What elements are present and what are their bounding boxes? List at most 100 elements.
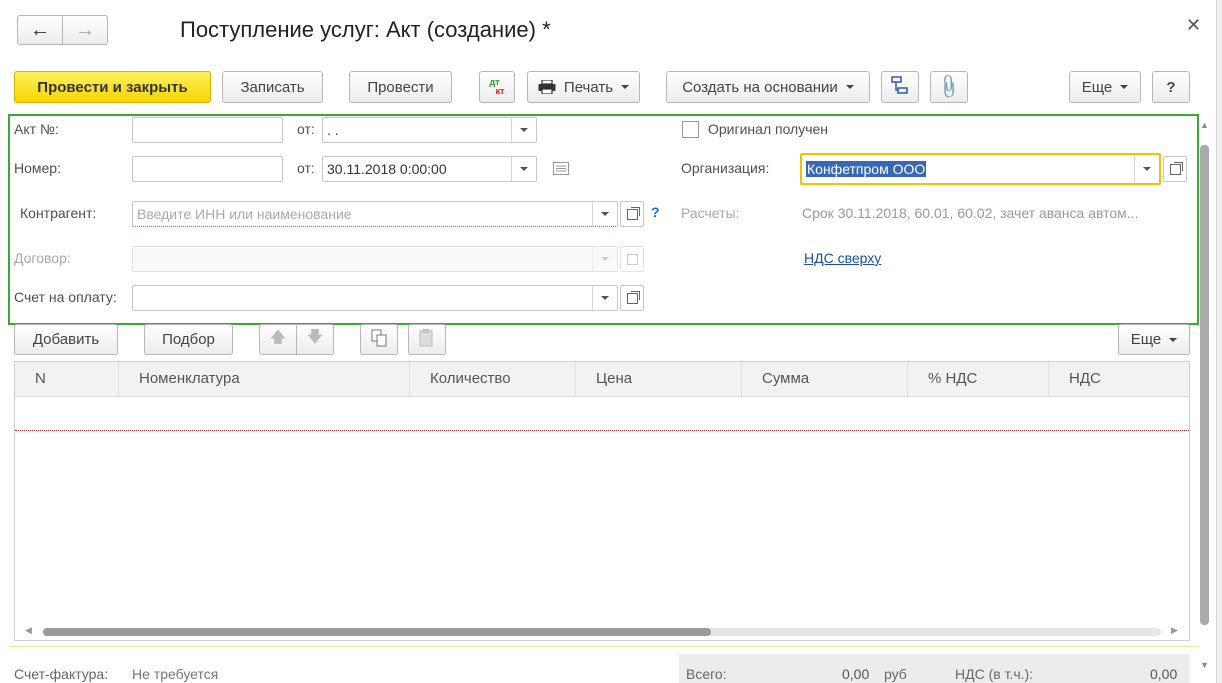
post-button[interactable]: Провести [349, 71, 452, 103]
number-date-label: от: [297, 160, 315, 176]
back-button[interactable]: ← [17, 15, 63, 45]
create-based-label: Создать на основании [682, 78, 838, 96]
contract-input [132, 246, 618, 272]
organization-input[interactable]: Конфетпром ООО [800, 153, 1161, 185]
chevron-down-icon [1169, 337, 1178, 342]
currency-label: руб [884, 666, 907, 682]
act-date-input[interactable]: . . [322, 117, 537, 143]
invoice-label: Счет-фактура: [14, 666, 109, 682]
vat-on-top-link[interactable]: НДС сверху [804, 250, 881, 266]
arrow-right-icon: → [75, 18, 95, 41]
contractor-placeholder: Введите ИНН или наименование [137, 206, 352, 222]
settlements-label: Расчеты: [681, 205, 740, 221]
scroll-down-icon[interactable]: ▼ [1200, 660, 1209, 670]
invoice-for-payment-label: Счет на оплату: [14, 289, 117, 305]
chevron-down-icon[interactable] [592, 202, 617, 226]
footer-divider [8, 646, 1199, 647]
column-header-nomenclature[interactable]: Номенклатура [119, 362, 410, 396]
scroll-right-icon[interactable]: ▶ [1171, 625, 1178, 636]
more-button[interactable]: Еще [1069, 71, 1141, 103]
column-header-price[interactable]: Цена [576, 362, 742, 396]
column-header-vat-rate[interactable]: % НДС [908, 362, 1049, 396]
total-label: Всего: [686, 666, 727, 682]
move-up-button[interactable]: 🡅 [259, 324, 297, 355]
move-down-button[interactable]: 🡇 [296, 324, 334, 355]
act-no-label: Акт №: [14, 121, 59, 137]
structure-button[interactable] [881, 71, 919, 103]
dt-kt-button[interactable]: дт кт [479, 71, 515, 103]
printer-icon [538, 79, 556, 95]
total-value: 0,00 [842, 666, 870, 682]
print-button[interactable]: Печать [527, 71, 640, 103]
paste-button[interactable] [408, 324, 446, 355]
contractor-open-button[interactable] [620, 201, 644, 227]
open-icon [626, 208, 638, 220]
vertical-scrollbar-thumb[interactable] [1200, 145, 1209, 625]
organization-value: Конфетпром ООО [806, 161, 927, 177]
contractor-help-icon[interactable]: ? [651, 204, 660, 220]
chevron-down-icon [621, 85, 630, 89]
column-header-vat[interactable]: НДС [1049, 362, 1189, 396]
column-header-quantity[interactable]: Количество [410, 362, 576, 396]
table-more-label: Еще [1130, 331, 1162, 348]
contractor-input[interactable]: Введите ИНН или наименование [132, 201, 618, 227]
settlements-value[interactable]: Срок 30.11.2018, 60.01, 60.02, зачет ава… [802, 205, 1138, 221]
table-row[interactable] [15, 397, 1189, 431]
act-no-input[interactable] [132, 117, 283, 143]
calendar-icon[interactable] [511, 118, 536, 142]
post-and-close-button[interactable]: Провести и закрыть [14, 71, 211, 103]
structure-icon [890, 75, 910, 99]
invoice-for-payment-input[interactable] [132, 285, 618, 311]
window-right-edge [1216, 0, 1222, 683]
number-date-input[interactable]: 30.11.2018 0:00:00 [322, 156, 537, 182]
calendar-icon[interactable] [511, 157, 536, 181]
help-button[interactable]: ? [1152, 71, 1190, 103]
number-date-value: 30.11.2018 0:00:00 [327, 161, 447, 177]
column-header-sum[interactable]: Сумма [742, 362, 908, 396]
attach-button[interactable]: 📎 [930, 71, 968, 103]
vat-total-value: 0,00 [1150, 666, 1178, 682]
totals-panel [679, 654, 1189, 683]
horizontal-scrollbar[interactable]: ◀ ▶ [15, 623, 1189, 640]
forward-button[interactable]: → [62, 15, 108, 45]
dt-kt-icon: дт кт [490, 78, 505, 96]
invoice-value[interactable]: Не требуется [132, 666, 218, 682]
chevron-down-icon [845, 85, 854, 89]
kt-label: кт [495, 86, 505, 96]
chevron-down-icon [1120, 85, 1129, 89]
copy-row-button[interactable] [360, 324, 398, 355]
save-button[interactable]: Записать [222, 71, 323, 103]
open-icon [626, 292, 638, 304]
paperclip-icon: 📎 [935, 72, 964, 101]
chevron-down-icon[interactable] [1134, 155, 1159, 183]
contractor-label: Контрагент: [20, 205, 97, 221]
organization-open-button[interactable] [1163, 156, 1187, 182]
table-more-button[interactable]: Еще [1118, 324, 1190, 355]
close-icon[interactable]: ✕ [1186, 15, 1201, 36]
scroll-left-icon[interactable]: ◀ [25, 625, 32, 636]
vertical-scrollbar[interactable]: ▲ ▼ [1198, 120, 1212, 683]
arrow-left-icon: ← [30, 18, 50, 41]
chevron-down-icon[interactable] [592, 286, 617, 310]
organization-label: Организация: [681, 160, 770, 176]
contract-open-button [620, 246, 644, 272]
pick-button[interactable]: Подбор [144, 324, 233, 355]
number-label: Номер: [14, 160, 61, 176]
create-based-on-button[interactable]: Создать на основании [666, 71, 870, 103]
contract-label: Договор: [14, 250, 71, 266]
paste-icon [419, 328, 435, 351]
act-date-value: . . [327, 122, 339, 138]
original-received-label: Оригинал получен [708, 121, 829, 137]
print-label: Печать [563, 78, 614, 96]
add-row-button[interactable]: Добавить [14, 324, 118, 355]
invoice-open-button[interactable] [620, 285, 644, 311]
number-input[interactable] [132, 156, 283, 182]
original-received-checkbox[interactable] [682, 121, 699, 138]
scrollbar-thumb[interactable] [43, 628, 711, 636]
column-header-n[interactable]: N [15, 362, 119, 396]
open-icon [626, 253, 638, 265]
chevron-down-icon [592, 247, 617, 271]
list-icon[interactable] [553, 162, 569, 175]
arrow-up-icon: 🡅 [269, 329, 287, 346]
scroll-up-icon[interactable]: ▲ [1200, 120, 1209, 130]
